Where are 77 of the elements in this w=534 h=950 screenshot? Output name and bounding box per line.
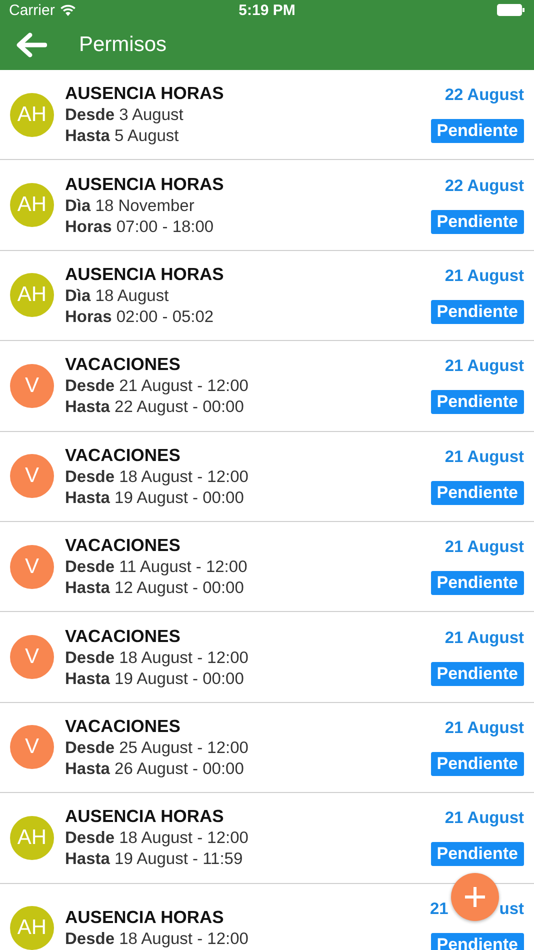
request-detail: Desde 21 August - 12:00 xyxy=(65,377,250,396)
request-row[interactable]: V VACACIONES Desde 21 August - 12:00 Hasta 22 August - 00:00 21 August Pendiente xyxy=(0,341,534,432)
battery-icon xyxy=(497,4,525,16)
request-date: 21 August xyxy=(444,718,524,738)
request-detail: Dìa 18 November xyxy=(65,196,196,216)
request-detail: Dìa 18 August xyxy=(65,286,170,306)
request-type: AUSENCIA HORAS xyxy=(65,83,225,104)
request-detail: Desde 11 August - 12:00 xyxy=(65,558,248,578)
avatar: AH xyxy=(10,906,54,950)
request-row[interactable]: V VACACIONES Desde 25 August - 12:00 Hasta 26 August - 00:00 21 August Pendiente xyxy=(0,702,534,794)
avatar: AH xyxy=(10,92,54,137)
plus-icon xyxy=(464,886,486,908)
back-arrow-icon[interactable] xyxy=(15,32,47,58)
request-date: 21 August xyxy=(444,266,524,286)
request-type: AUSENCIA HORAS xyxy=(65,264,225,285)
status-badge: Pendiente xyxy=(430,571,524,596)
request-date: 22 August xyxy=(444,86,524,106)
carrier-label: Carrier xyxy=(9,2,55,18)
request-type: AUSENCIA HORAS xyxy=(65,806,225,828)
request-date: ust xyxy=(499,900,524,919)
request-detail: Hasta 26 August - 00:00 xyxy=(65,760,245,779)
status-time: 5:19 PM xyxy=(238,2,296,18)
request-detail: Hasta 12 August - 00:00 xyxy=(65,579,245,598)
request-type: VACACIONES xyxy=(65,535,182,556)
request-row[interactable]: V VACACIONES Desde 18 August - 12:00 Hasta 19 August - 00:00 21 August Pendiente xyxy=(0,612,534,703)
avatar: V xyxy=(10,544,54,589)
request-detail: Desde 18 August - 12:00 xyxy=(65,648,250,668)
status-badge: Pendiente xyxy=(430,662,524,686)
request-row[interactable]: AH AUSENCIA HORAS Desde 18 August - 12:00 Hasta 19 August - 11:59 21 August Pendiente xyxy=(0,793,534,884)
request-row[interactable]: AH AUSENCIA HORAS Dìa 18 November Horas 07:00 - 18:00 22 August Pendiente xyxy=(0,160,534,251)
status-badge: Pendiente xyxy=(430,842,524,866)
request-detail: Hasta 19 August - 00:00 xyxy=(65,670,245,689)
request-date: 21 August xyxy=(444,628,524,648)
avatar: V xyxy=(10,454,54,498)
status-badge: Pendiente xyxy=(430,390,524,414)
avatar: AH xyxy=(10,183,54,228)
request-date: 21 August xyxy=(444,809,524,828)
request-date: 21 xyxy=(430,900,448,919)
request-detail: Desde 18 August - 12:00 xyxy=(65,829,250,848)
wifi-icon xyxy=(60,4,76,16)
status-badge: Pendiente xyxy=(430,752,524,776)
request-detail: Horas 07:00 - 18:00 xyxy=(65,218,215,237)
request-detail: Hasta 22 August - 00:00 xyxy=(65,398,245,418)
request-type: AUSENCIA HORAS xyxy=(65,907,225,928)
add-button[interactable] xyxy=(451,873,499,921)
request-detail: Hasta 5 August xyxy=(65,127,180,146)
avatar: V xyxy=(10,635,54,680)
request-detail: Desde 25 August - 12:00 xyxy=(65,738,250,758)
screen-title: Permisos xyxy=(79,33,167,57)
request-row[interactable]: AH AUSENCIA HORAS Desde 3 August Hasta 5 August 22 August Pendiente xyxy=(0,70,534,160)
request-row[interactable]: V VACACIONES Desde 11 August - 12:00 Hasta 12 August - 00:00 21 August Pendiente xyxy=(0,522,534,612)
request-type: VACACIONES xyxy=(65,626,182,647)
request-date: 21 August xyxy=(444,448,524,467)
avatar: V xyxy=(10,725,54,770)
request-type: VACACIONES xyxy=(65,354,182,376)
avatar: V xyxy=(10,364,54,408)
status-badge: Pendiente xyxy=(430,119,524,144)
request-date: 21 August xyxy=(444,538,524,558)
request-detail: Desde 18 August - 12:00 xyxy=(65,468,250,487)
request-row[interactable]: V VACACIONES Desde 18 August - 12:00 Hasta 19 August - 00:00 21 August Pendiente xyxy=(0,432,534,522)
request-detail: Desde 3 August xyxy=(65,106,184,126)
request-detail: Horas 02:00 - 05:02 xyxy=(65,308,215,327)
avatar: AH xyxy=(10,816,54,860)
request-detail: Desde 18 August - 12:00 xyxy=(65,930,250,950)
request-detail: Hasta 19 August - 00:00 xyxy=(65,488,245,508)
status-badge: Pendiente xyxy=(430,210,524,234)
request-type: VACACIONES xyxy=(65,444,182,466)
status-badge: Pendiente xyxy=(430,300,524,324)
avatar: AH xyxy=(10,273,54,318)
request-date: 21 August xyxy=(444,357,524,376)
request-row[interactable]: AH AUSENCIA HORAS Dìa 18 August Horas 02:00 - 05:02 21 August Pendiente xyxy=(0,250,534,342)
request-detail: Hasta 19 August - 11:59 xyxy=(65,850,244,870)
request-type: AUSENCIA HORAS xyxy=(65,174,225,195)
request-type: VACACIONES xyxy=(65,716,182,737)
status-badge: Pendiente xyxy=(430,480,524,505)
status-badge: Pendiente xyxy=(430,932,524,950)
request-date: 22 August xyxy=(444,176,524,196)
